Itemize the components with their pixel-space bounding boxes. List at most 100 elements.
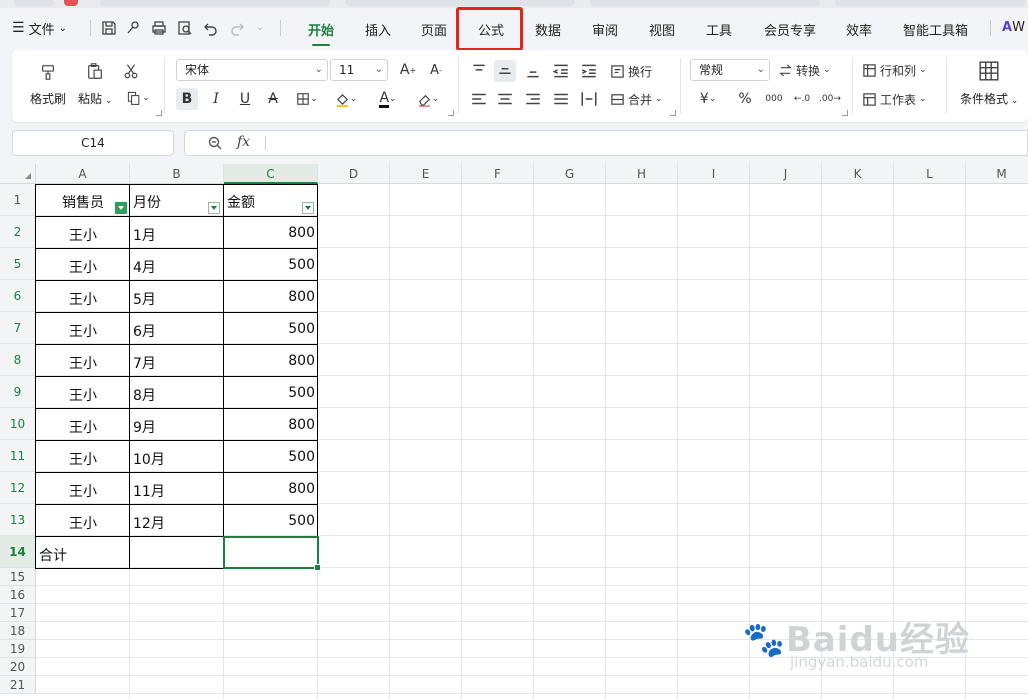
redo-icon[interactable] bbox=[228, 19, 246, 37]
align-bottom-icon[interactable] bbox=[522, 60, 544, 82]
table-cell[interactable]: 王小 bbox=[36, 417, 130, 437]
tab-data[interactable]: 数据 bbox=[535, 20, 561, 40]
col-header-e[interactable]: E bbox=[390, 164, 462, 184]
row-header[interactable]: 13 bbox=[0, 504, 36, 536]
rows-cols-button[interactable]: 行和列 ⌄ bbox=[862, 59, 936, 81]
underline-button[interactable]: U bbox=[234, 88, 256, 110]
tab-smart-toolbox[interactable]: 智能工具箱 bbox=[903, 20, 968, 40]
table-cell[interactable]: 王小 bbox=[36, 289, 130, 309]
insert-function-icon[interactable]: fx bbox=[237, 134, 250, 150]
row-header[interactable]: 20 bbox=[0, 658, 36, 676]
table-cell[interactable]: 王小 bbox=[36, 449, 130, 469]
tab-tools[interactable]: 工具 bbox=[706, 20, 732, 40]
table-cell[interactable]: 500 bbox=[224, 257, 318, 273]
cell-a14-total-label[interactable]: 合计 bbox=[36, 545, 130, 565]
table-cell[interactable]: 8月 bbox=[130, 385, 224, 405]
cell-c1[interactable]: 金额 bbox=[224, 192, 304, 212]
col-header-c[interactable]: C bbox=[224, 164, 318, 184]
sheet-grid[interactable]: A B C D E F G H I J K L M 1 2 5 6 7 8 9 … bbox=[0, 164, 1028, 699]
fill-color-button[interactable]: ⌄ bbox=[330, 88, 362, 110]
font-name-select[interactable]: 宋体 ⌄ bbox=[176, 59, 328, 81]
table-cell[interactable]: 5月 bbox=[130, 289, 224, 309]
table-cell[interactable]: 500 bbox=[224, 321, 318, 337]
format-painter-button[interactable]: 格式刷 bbox=[30, 90, 66, 107]
table-cell[interactable]: 9月 bbox=[130, 417, 224, 437]
formula-bar[interactable]: fx bbox=[184, 130, 1028, 156]
filter-active-icon[interactable] bbox=[115, 202, 127, 214]
bold-button[interactable]: B bbox=[176, 88, 198, 110]
tab-member[interactable]: 会员专享 bbox=[764, 20, 816, 40]
col-header-g[interactable]: G bbox=[534, 164, 606, 184]
cut-icon[interactable] bbox=[120, 60, 142, 82]
row-header[interactable]: 8 bbox=[0, 344, 36, 376]
col-header-i[interactable]: I bbox=[678, 164, 750, 184]
row-header[interactable]: 17 bbox=[0, 604, 36, 622]
brush-icon[interactable] bbox=[124, 19, 142, 37]
tab-view[interactable]: 视图 bbox=[649, 20, 675, 40]
conditional-format-button[interactable]: 条件格式 ⌄ bbox=[960, 90, 1018, 107]
currency-button[interactable]: ¥ ⌄ bbox=[694, 88, 722, 110]
alignment-dialog-launcher[interactable] bbox=[670, 110, 676, 116]
row-header[interactable]: 1 bbox=[0, 184, 36, 216]
table-cell[interactable]: 6月 bbox=[130, 321, 224, 341]
decrease-font-icon[interactable]: A- bbox=[426, 60, 446, 80]
increase-decimal-icon[interactable]: ←.0 bbox=[790, 88, 814, 110]
italic-button[interactable]: I bbox=[205, 88, 227, 110]
clipboard-dialog-launcher[interactable] bbox=[156, 110, 162, 116]
tab-insert[interactable]: 插入 bbox=[365, 20, 391, 40]
table-cell[interactable]: 王小 bbox=[36, 321, 130, 341]
table-cell[interactable]: 500 bbox=[224, 385, 318, 401]
row-header[interactable]: 2 bbox=[0, 216, 36, 248]
table-cell[interactable]: 王小 bbox=[36, 257, 130, 277]
cell-b14[interactable] bbox=[130, 545, 224, 565]
table-cell[interactable]: 7月 bbox=[130, 353, 224, 373]
row-header[interactable]: 6 bbox=[0, 280, 36, 312]
col-header-k[interactable]: K bbox=[822, 164, 894, 184]
row-header[interactable]: 19 bbox=[0, 640, 36, 658]
col-header-d[interactable]: D bbox=[318, 164, 390, 184]
copy-button[interactable]: ⌄ bbox=[122, 88, 154, 108]
paste-button[interactable]: 粘贴 ⌄ bbox=[78, 90, 112, 107]
justify-icon[interactable] bbox=[550, 88, 572, 110]
filter-dropdown-icon[interactable] bbox=[302, 202, 314, 214]
convert-button[interactable]: 转换 ⌄ bbox=[778, 59, 840, 81]
table-cell[interactable]: 王小 bbox=[36, 225, 130, 245]
search-icon[interactable] bbox=[207, 135, 223, 151]
table-cell[interactable]: 王小 bbox=[36, 513, 130, 533]
table-cell[interactable]: 800 bbox=[224, 417, 318, 433]
paste-icon[interactable] bbox=[82, 58, 108, 84]
number-dialog-launcher[interactable] bbox=[842, 110, 848, 116]
row-header[interactable]: 11 bbox=[0, 440, 36, 472]
distributed-align-icon[interactable] bbox=[578, 88, 600, 110]
redo-dropdown-icon[interactable]: ⌄ bbox=[254, 19, 266, 37]
table-cell[interactable]: 800 bbox=[224, 289, 318, 305]
number-format-select[interactable]: 常规 ⌄ bbox=[690, 59, 770, 81]
print-icon[interactable] bbox=[150, 19, 168, 37]
row-header[interactable]: 15 bbox=[0, 568, 36, 586]
table-cell[interactable]: 800 bbox=[224, 481, 318, 497]
row-header[interactable]: 16 bbox=[0, 586, 36, 604]
select-all-corner[interactable] bbox=[0, 164, 36, 184]
decrease-indent-icon[interactable] bbox=[550, 60, 572, 82]
align-left-icon[interactable] bbox=[468, 88, 490, 110]
ai-logo[interactable]: AW bbox=[1002, 20, 1025, 40]
wrap-text-button[interactable]: 换行 bbox=[610, 60, 670, 82]
tab-efficiency[interactable]: 效率 bbox=[846, 20, 872, 40]
print-preview-icon[interactable] bbox=[176, 19, 194, 37]
font-dialog-launcher[interactable] bbox=[448, 110, 454, 116]
selected-cell-c14[interactable] bbox=[223, 536, 321, 571]
align-center-icon[interactable] bbox=[494, 88, 516, 110]
tab-home[interactable]: 开始 bbox=[308, 20, 334, 46]
col-header-l[interactable]: L bbox=[894, 164, 966, 184]
thousands-button[interactable]: 000 bbox=[762, 88, 786, 110]
filter-dropdown-icon[interactable] bbox=[208, 202, 220, 214]
table-cell[interactable]: 10月 bbox=[130, 449, 224, 469]
increase-font-icon[interactable]: A + bbox=[398, 60, 418, 80]
file-menu[interactable]: ☰ 文件 ⌄ bbox=[12, 18, 67, 38]
col-header-a[interactable]: A bbox=[36, 164, 130, 184]
table-cell[interactable]: 12月 bbox=[130, 513, 224, 533]
table-cell[interactable]: 11月 bbox=[130, 481, 224, 501]
strikethrough-button[interactable]: A bbox=[262, 88, 284, 110]
clear-format-button[interactable]: ⌄ bbox=[412, 88, 444, 110]
percent-button[interactable]: % bbox=[734, 88, 756, 110]
